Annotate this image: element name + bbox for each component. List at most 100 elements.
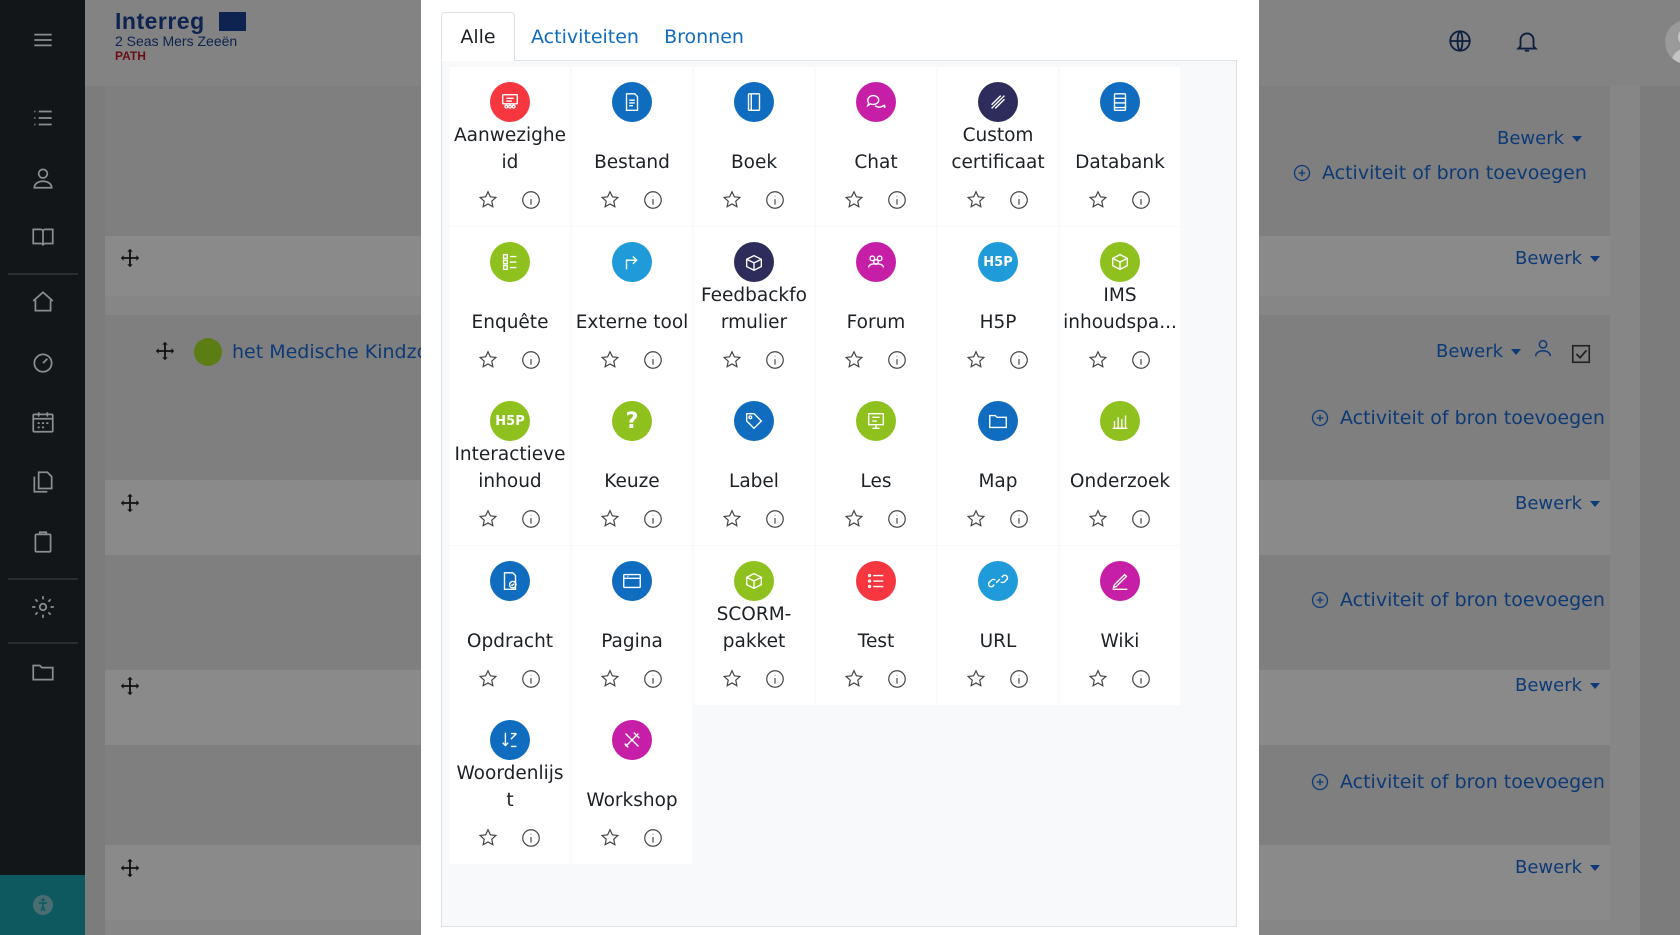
edit-menu[interactable]: Bewerk: [1515, 248, 1601, 269]
star-icon[interactable]: [965, 508, 987, 530]
module-card[interactable]: Wiki: [1060, 546, 1180, 705]
info-icon[interactable]: [886, 189, 908, 211]
add-activity-button[interactable]: Activiteit of bron toevoegen: [1310, 589, 1605, 611]
star-icon[interactable]: [843, 349, 865, 371]
module-card[interactable]: Opdracht: [450, 546, 570, 705]
module-card[interactable]: H5P H5P: [938, 227, 1058, 386]
star-icon[interactable]: [599, 827, 621, 849]
star-icon[interactable]: [721, 508, 743, 530]
info-icon[interactable]: [520, 508, 542, 530]
star-icon[interactable]: [599, 508, 621, 530]
star-icon[interactable]: [477, 508, 499, 530]
info-icon[interactable]: [642, 668, 664, 690]
info-icon[interactable]: [642, 508, 664, 530]
tab-activities[interactable]: Activiteiten: [527, 12, 643, 61]
module-card[interactable]: Boek: [694, 67, 814, 226]
module-card[interactable]: Bestand: [572, 67, 692, 226]
sidebar-item-list[interactable]: [0, 96, 85, 140]
info-icon[interactable]: [1130, 189, 1152, 211]
info-icon[interactable]: [764, 508, 786, 530]
edit-menu[interactable]: Bewerk: [1515, 857, 1601, 878]
add-activity-button[interactable]: Activiteit of bron toevoegen: [1310, 407, 1605, 429]
language-button[interactable]: [1443, 24, 1477, 58]
move-handle-icon[interactable]: [154, 340, 176, 362]
completion-checkbox-icon[interactable]: [1570, 343, 1592, 365]
star-icon[interactable]: [843, 668, 865, 690]
module-card[interactable]: Chat: [816, 67, 936, 226]
edit-menu[interactable]: Bewerk: [1497, 128, 1583, 149]
star-icon[interactable]: [965, 189, 987, 211]
star-icon[interactable]: [599, 668, 621, 690]
star-icon[interactable]: [721, 668, 743, 690]
module-card[interactable]: Custom certificaat: [938, 67, 1058, 226]
star-icon[interactable]: [477, 668, 499, 690]
sidebar-item-folder[interactable]: [0, 650, 85, 694]
sidebar-item-calendar[interactable]: [0, 400, 85, 444]
module-card[interactable]: Pagina: [572, 546, 692, 705]
info-icon[interactable]: [520, 189, 542, 211]
star-icon[interactable]: [721, 349, 743, 371]
sidebar-item-content-bank[interactable]: [0, 520, 85, 564]
module-card[interactable]: Les: [816, 386, 936, 545]
tab-all[interactable]: Alle: [441, 12, 515, 61]
info-icon[interactable]: [642, 189, 664, 211]
module-card[interactable]: IMS inhoudspa...: [1060, 227, 1180, 386]
user-restriction-icon[interactable]: [1532, 337, 1554, 359]
move-handle-icon[interactable]: [119, 675, 141, 697]
edit-menu[interactable]: Bewerk: [1515, 493, 1601, 514]
info-icon[interactable]: [1008, 668, 1030, 690]
module-card[interactable]: URL: [938, 546, 1058, 705]
star-icon[interactable]: [965, 668, 987, 690]
sidebar-item-dashboard[interactable]: [0, 340, 85, 384]
star-icon[interactable]: [477, 827, 499, 849]
star-icon[interactable]: [599, 349, 621, 371]
star-icon[interactable]: [721, 189, 743, 211]
module-card[interactable]: Aanwezighe id: [450, 67, 570, 226]
accessibility-button[interactable]: [0, 875, 85, 935]
module-card[interactable]: Test: [816, 546, 936, 705]
sidebar-item-home[interactable]: [0, 280, 85, 324]
user-avatar[interactable]: [1665, 20, 1680, 64]
info-icon[interactable]: [520, 668, 542, 690]
star-icon[interactable]: [477, 349, 499, 371]
info-icon[interactable]: [642, 349, 664, 371]
star-icon[interactable]: [477, 189, 499, 211]
move-handle-icon[interactable]: [119, 857, 141, 879]
menu-toggle-button[interactable]: [0, 18, 85, 62]
module-card[interactable]: Databank: [1060, 67, 1180, 226]
module-card[interactable]: H5P Interactieve inhoud: [450, 386, 570, 545]
edit-menu[interactable]: Bewerk: [1436, 341, 1522, 362]
module-card[interactable]: Feedbackfo rmulier: [694, 227, 814, 386]
module-card[interactable]: Map: [938, 386, 1058, 545]
info-icon[interactable]: [764, 189, 786, 211]
info-icon[interactable]: [520, 827, 542, 849]
add-activity-button[interactable]: Activiteit of bron toevoegen: [1292, 162, 1587, 184]
sidebar-item-participants[interactable]: [0, 156, 85, 200]
info-icon[interactable]: [886, 349, 908, 371]
info-icon[interactable]: [764, 668, 786, 690]
module-card[interactable]: ? Keuze: [572, 386, 692, 545]
module-card[interactable]: Label: [694, 386, 814, 545]
module-card[interactable]: Workshop: [572, 705, 692, 864]
move-handle-icon[interactable]: [119, 492, 141, 514]
star-icon[interactable]: [965, 349, 987, 371]
sidebar-item-files[interactable]: [0, 460, 85, 504]
info-icon[interactable]: [1008, 189, 1030, 211]
site-logo[interactable]: Interreg 2 Seas Mers Zeeën PATH: [115, 8, 255, 72]
sidebar-item-grades[interactable]: [0, 215, 85, 259]
module-card[interactable]: Forum: [816, 227, 936, 386]
tab-resources[interactable]: Bronnen: [655, 12, 753, 61]
module-card[interactable]: SCORM-pakket: [694, 546, 814, 705]
star-icon[interactable]: [599, 189, 621, 211]
info-icon[interactable]: [1130, 349, 1152, 371]
star-icon[interactable]: [1087, 508, 1109, 530]
module-card[interactable]: Externe tool: [572, 227, 692, 386]
activity-link[interactable]: het Medische Kindzo: [194, 338, 428, 366]
info-icon[interactable]: [886, 508, 908, 530]
notifications-button[interactable]: [1510, 24, 1544, 58]
module-card[interactable]: Onderzoek: [1060, 386, 1180, 545]
add-activity-button[interactable]: Activiteit of bron toevoegen: [1310, 771, 1605, 793]
star-icon[interactable]: [1087, 189, 1109, 211]
move-handle-icon[interactable]: [119, 247, 141, 269]
info-icon[interactable]: [642, 827, 664, 849]
